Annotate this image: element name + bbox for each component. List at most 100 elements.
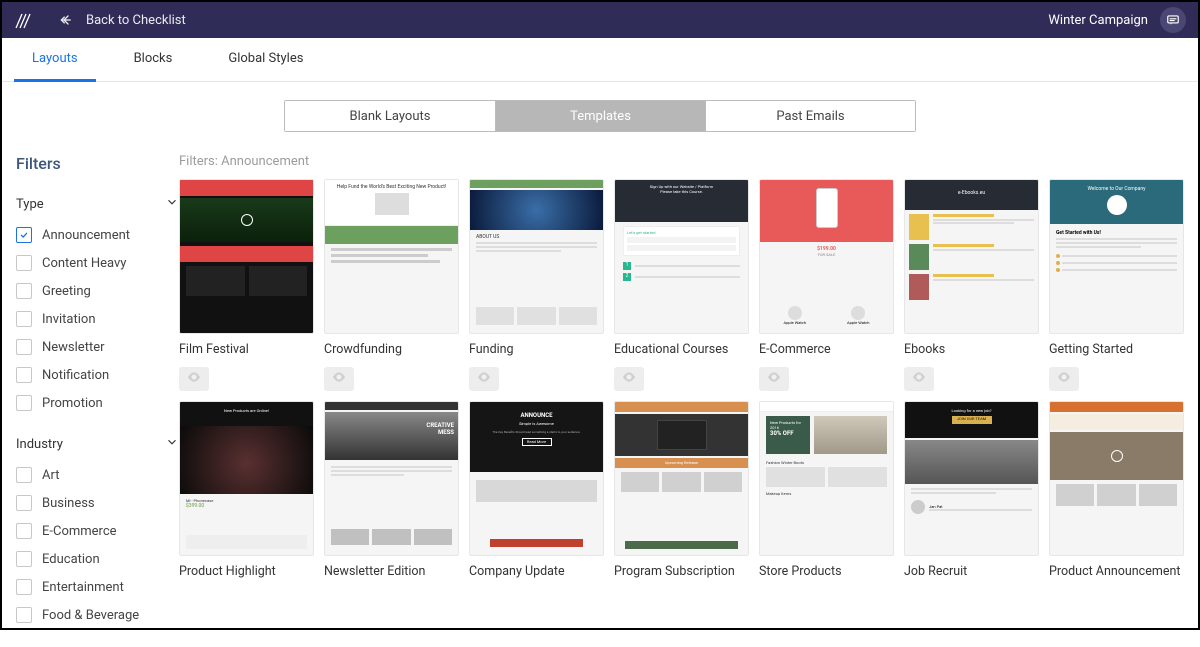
tab-global-styles[interactable]: Global Styles — [210, 38, 321, 82]
checkbox-icon — [16, 607, 32, 623]
support-chat-button[interactable] — [1160, 7, 1186, 33]
checkbox-icon — [16, 395, 32, 411]
checkbox-icon — [16, 523, 32, 539]
filter-head-industry[interactable]: Industry — [16, 435, 179, 453]
preview-button[interactable] — [904, 367, 934, 391]
template-title: Newsletter Edition — [324, 564, 459, 581]
chevron-down-icon — [165, 435, 179, 453]
campaign-name: Winter Campaign — [1048, 13, 1148, 28]
filter-option-food-beverage[interactable]: Food & Beverage — [16, 607, 179, 623]
template-card: New Products for 201630% OFFFashion Wint… — [759, 401, 894, 581]
filter-head-type[interactable]: Type — [16, 195, 179, 213]
checkbox-icon — [16, 283, 32, 299]
template-title: Ebooks — [904, 342, 1039, 359]
eye-icon — [766, 369, 782, 389]
template-card: Product Announcement — [1049, 401, 1184, 581]
checkbox-icon — [16, 227, 32, 243]
template-thumbnail[interactable]: ANNOUNCESimple is AwesomeThe Key Benefit… — [469, 401, 604, 556]
template-title: Job Recruit — [904, 564, 1039, 581]
preview-button[interactable] — [614, 367, 644, 391]
template-title: Program Subscription — [614, 564, 749, 581]
filter-option-business[interactable]: Business — [16, 495, 179, 511]
eye-icon — [621, 369, 637, 389]
template-title: Educational Courses — [614, 342, 749, 359]
template-card: Help Fund the World's Best Exciting New … — [324, 179, 459, 391]
eye-icon — [186, 369, 202, 389]
template-title: E-Commerce — [759, 342, 894, 359]
preview-button[interactable] — [324, 367, 354, 391]
template-card: Upcoming Release Program Subscription — [614, 401, 749, 581]
template-thumbnail[interactable]: Looking for a new job?JOIN OUR TEAMJan P… — [904, 401, 1039, 556]
eye-icon — [476, 369, 492, 389]
filter-option-announcement[interactable]: Announcement — [16, 227, 179, 243]
back-to-checklist-button[interactable]: Back to Checklist — [58, 12, 186, 28]
template-thumbnail[interactable]: Help Fund the World's Best Exciting New … — [324, 179, 459, 334]
template-thumbnail[interactable]: Welcome to Our CompanyGet Started with U… — [1049, 179, 1184, 334]
segment-blank-layouts[interactable]: Blank Layouts — [285, 101, 495, 131]
checkbox-icon — [16, 339, 32, 355]
filter-option-education[interactable]: Education — [16, 551, 179, 567]
filter-option-greeting[interactable]: Greeting — [16, 283, 179, 299]
template-card: CREATIVEMESS Newsletter Edition — [324, 401, 459, 581]
template-card: Sign Up with our Website / PlatformPleas… — [614, 179, 749, 391]
segment-past-emails[interactable]: Past Emails — [705, 101, 915, 131]
preview-button[interactable] — [759, 367, 789, 391]
filter-option-newsletter[interactable]: Newsletter — [16, 339, 179, 355]
checkbox-icon — [16, 551, 32, 567]
chevron-down-icon — [165, 195, 179, 213]
checkbox-icon — [16, 495, 32, 511]
template-thumbnail[interactable]: CREATIVEMESS — [324, 401, 459, 556]
filter-option-promotion[interactable]: Promotion — [16, 395, 179, 411]
template-thumbnail[interactable]: New Products are Online!Mi - Phonecase$3… — [179, 401, 314, 556]
primary-tabs: Layouts Blocks Global Styles — [2, 38, 1198, 82]
filters-sidebar: Filters Type Announcement Content Heavy Gre… — [16, 154, 179, 647]
template-card: Film Festival — [179, 179, 314, 391]
filter-option-invitation[interactable]: Invitation — [16, 311, 179, 327]
checkbox-icon — [16, 311, 32, 327]
filters-heading: Filters — [16, 154, 179, 173]
layout-segment-control: Blank LayoutsTemplatesPast Emails — [2, 100, 1198, 132]
filter-option-e-commerce[interactable]: E-Commerce — [16, 523, 179, 539]
applied-filters-label: Filters: Announcement — [179, 154, 1184, 169]
preview-button[interactable] — [179, 367, 209, 391]
template-card: ANNOUNCESimple is AwesomeThe Key Benefit… — [469, 401, 604, 581]
back-label: Back to Checklist — [86, 13, 186, 28]
eye-icon — [911, 369, 927, 389]
template-thumbnail[interactable]: Sign Up with our Website / PlatformPleas… — [614, 179, 749, 334]
template-title: Funding — [469, 342, 604, 359]
filter-option-art[interactable]: Art — [16, 467, 179, 483]
template-card: $199.00FOR SALEApple WatchApple Watch E-C… — [759, 179, 894, 391]
template-thumbnail[interactable]: Upcoming Release — [614, 401, 749, 556]
template-thumbnail[interactable]: ABOUT US — [469, 179, 604, 334]
preview-button[interactable] — [1049, 367, 1079, 391]
template-card: e-Ebooks.eu Ebooks — [904, 179, 1039, 391]
template-card: ABOUT US Funding — [469, 179, 604, 391]
filter-option-content-heavy[interactable]: Content Heavy — [16, 255, 179, 271]
app-logo-icon — [14, 10, 34, 30]
eye-icon — [1056, 369, 1072, 389]
tab-layouts[interactable]: Layouts — [14, 38, 96, 82]
preview-button[interactable] — [469, 367, 499, 391]
filter-option-entertainment[interactable]: Entertainment — [16, 579, 179, 595]
template-thumbnail[interactable]: $199.00FOR SALEApple WatchApple Watch — [759, 179, 894, 334]
checkbox-icon — [16, 579, 32, 595]
tab-blocks[interactable]: Blocks — [116, 38, 191, 82]
template-title: Company Update — [469, 564, 604, 581]
template-title: Crowdfunding — [324, 342, 459, 359]
filter-option-notification[interactable]: Notification — [16, 367, 179, 383]
template-title: Getting Started — [1049, 342, 1184, 359]
template-title: Store Products — [759, 564, 894, 581]
template-card: Looking for a new job?JOIN OUR TEAMJan P… — [904, 401, 1039, 581]
template-card: Welcome to Our CompanyGet Started with U… — [1049, 179, 1184, 391]
template-thumbnail[interactable]: e-Ebooks.eu — [904, 179, 1039, 334]
top-bar: Back to Checklist Winter Campaign — [2, 2, 1198, 38]
checkbox-icon — [16, 467, 32, 483]
template-thumbnail[interactable] — [1049, 401, 1184, 556]
template-card: New Products are Online!Mi - Phonecase$3… — [179, 401, 314, 581]
segment-templates[interactable]: Templates — [495, 101, 705, 131]
template-thumbnail[interactable] — [179, 179, 314, 334]
template-title: Product Highlight — [179, 564, 314, 581]
template-thumbnail[interactable]: New Products for 201630% OFFFashion Wint… — [759, 401, 894, 556]
template-title: Film Festival — [179, 342, 314, 359]
template-title: Product Announcement — [1049, 564, 1184, 581]
